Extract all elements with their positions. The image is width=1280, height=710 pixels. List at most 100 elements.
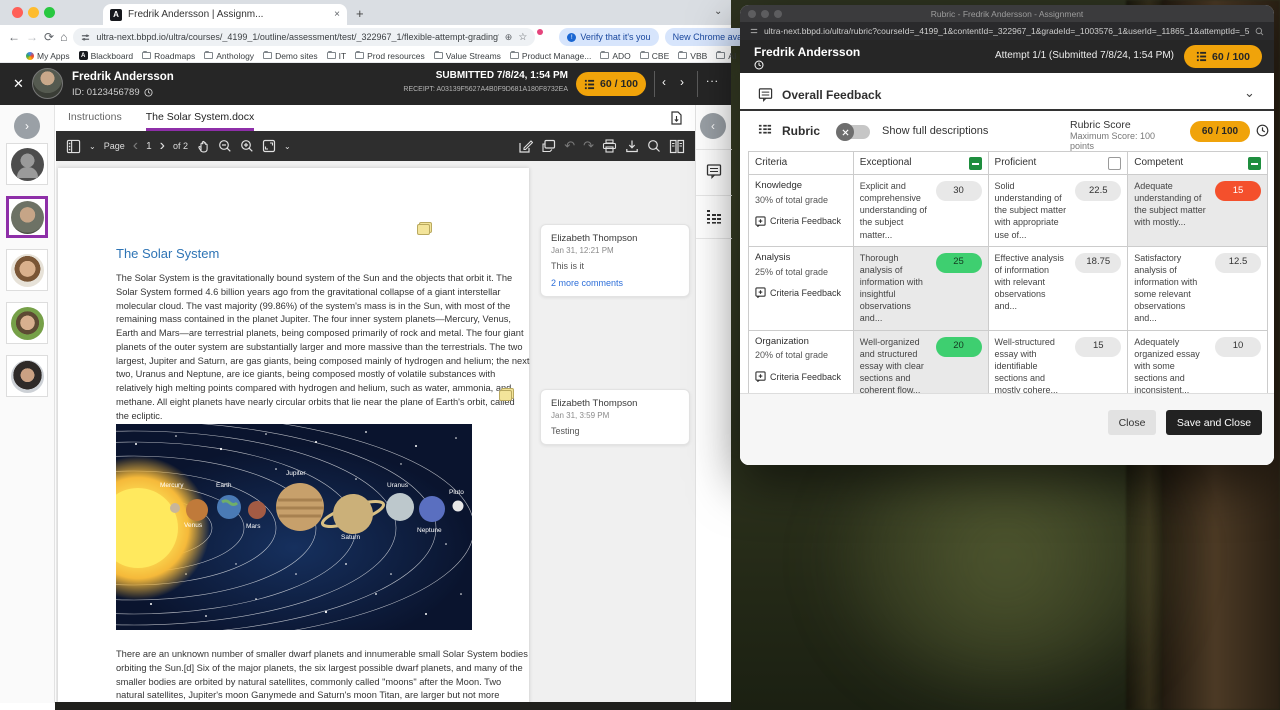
comment-marker-icon[interactable]: [417, 224, 430, 235]
macos-zoom-button[interactable]: [44, 7, 55, 18]
expand-student-list-icon[interactable]: ›: [14, 113, 40, 139]
comment-marker-icon[interactable]: [499, 390, 512, 401]
bookmark-item[interactable]: Demo sites: [263, 51, 318, 61]
level-cell-selected[interactable]: Thorough analysis of information with in…: [854, 247, 989, 330]
annotate-icon[interactable]: [518, 139, 533, 154]
feedback-icon[interactable]: [706, 163, 722, 179]
student-thumb[interactable]: [6, 355, 48, 397]
grade-pill-button[interactable]: 60 / 100: [1184, 45, 1262, 68]
zoom-in-icon[interactable]: [240, 139, 254, 153]
home-icon[interactable]: ⌂: [60, 30, 67, 44]
rubric-panel-icon[interactable]: [706, 209, 722, 224]
print-icon[interactable]: [602, 139, 617, 153]
redo-icon[interactable]: ↷: [583, 138, 594, 154]
overall-feedback-section[interactable]: Overall Feedback ⌄: [740, 79, 1274, 111]
points-pill[interactable]: 30: [936, 181, 982, 201]
level-cell[interactable]: Well-structured essay with identifiable …: [989, 331, 1129, 402]
bookmark-item[interactable]: My Apps: [26, 51, 70, 61]
points-pill-selected[interactable]: 15: [1215, 181, 1261, 201]
page-layout-icon[interactable]: [669, 139, 685, 154]
close-panel-icon[interactable]: ✕: [13, 76, 24, 92]
tab-document[interactable]: The Solar System.docx: [146, 111, 255, 131]
points-pill[interactable]: 15: [1075, 337, 1121, 357]
rubric-window-titlebar[interactable]: Rubric - Fredrik Andersson - Assignment: [740, 5, 1274, 22]
search-icon[interactable]: [647, 139, 661, 153]
criteria-feedback-button[interactable]: Criteria Feedback: [755, 215, 847, 227]
url-bar[interactable]: ultra-next.bbpd.io/ultra/courses/_4199_1…: [73, 28, 535, 46]
points-pill[interactable]: 10: [1215, 337, 1261, 357]
download-icon[interactable]: [625, 139, 639, 153]
tab-close-icon[interactable]: ×: [334, 9, 340, 20]
zoom-out-icon[interactable]: [218, 139, 232, 153]
comment-card[interactable]: Elizabeth Thompson Jan 31, 3:59 PM Testi…: [540, 389, 690, 445]
column-checkbox-checked-icon[interactable]: [969, 157, 982, 170]
new-tab-button[interactable]: +: [356, 6, 364, 21]
prev-page-icon[interactable]: ‹: [133, 137, 138, 155]
tab-search-chevron-icon[interactable]: ⌄: [714, 6, 722, 17]
bookmark-star-icon[interactable]: ☆: [518, 32, 527, 43]
points-pill-selected[interactable]: 25: [936, 253, 982, 273]
bookmark-item[interactable]: IT: [327, 51, 347, 61]
document-page[interactable]: The Solar System The Solar System is the…: [58, 168, 529, 703]
collapse-chevron-icon[interactable]: ⌄: [1244, 85, 1255, 101]
criteria-feedback-button[interactable]: Criteria Feedback: [755, 287, 847, 299]
bookmark-item[interactable]: VBB: [678, 51, 707, 61]
rubric-url-bar[interactable]: ultra-next.bbpd.io/ultra/rubric?courseId…: [740, 22, 1274, 40]
close-button[interactable]: Close: [1108, 410, 1156, 435]
verify-button[interactable]: ! Verify that it's you: [559, 28, 658, 46]
more-options-icon[interactable]: ...: [706, 71, 719, 85]
grade-pill-button[interactable]: 60 / 100: [576, 72, 646, 96]
undo-icon[interactable]: ↶: [564, 138, 575, 154]
level-cell[interactable]: Satisfactory analysis of information wit…: [1128, 247, 1268, 330]
tab-instructions[interactable]: Instructions: [68, 111, 122, 131]
student-thumb[interactable]: [6, 143, 48, 185]
points-pill[interactable]: 12.5: [1215, 253, 1261, 273]
bookmark-item[interactable]: Product Manage...: [510, 51, 591, 61]
forward-icon[interactable]: →: [26, 30, 38, 44]
search-icon[interactable]: [1255, 27, 1264, 36]
save-and-close-button[interactable]: Save and Close: [1166, 410, 1262, 435]
level-cell[interactable]: Adequately organized essay with some sec…: [1128, 331, 1268, 402]
bookmark-item[interactable]: CBE: [640, 51, 669, 61]
macos-minimize-button[interactable]: [28, 7, 39, 18]
site-settings-icon[interactable]: [81, 33, 90, 42]
level-cell[interactable]: Solid understanding of the subject matte…: [989, 175, 1129, 246]
show-descriptions-toggle[interactable]: [838, 125, 870, 139]
zoom-page-icon[interactable]: ⊕: [505, 32, 513, 43]
points-pill[interactable]: 22.5: [1075, 181, 1121, 201]
panel-chevron-icon[interactable]: ⌄: [89, 142, 96, 151]
reload-icon[interactable]: ⟳: [44, 30, 54, 44]
level-cell[interactable]: Explicit and comprehensive understanding…: [854, 175, 989, 246]
next-page-icon[interactable]: ›: [160, 137, 165, 155]
bookmark-item[interactable]: Prod resources: [355, 51, 425, 61]
back-icon[interactable]: ←: [8, 30, 20, 44]
comment-card[interactable]: Elizabeth Thompson Jan 31, 12:21 PM This…: [540, 224, 690, 297]
comments-icon[interactable]: [541, 139, 556, 154]
bookmark-item[interactable]: Roadmaps: [142, 51, 195, 61]
more-comments-link[interactable]: 2 more comments: [551, 278, 679, 288]
previous-student-icon[interactable]: ‹: [662, 75, 666, 89]
history-clock-icon[interactable]: [144, 88, 153, 97]
bookmark-item[interactable]: ABlackboard: [79, 51, 134, 61]
column-checkbox-checked-icon[interactable]: [1248, 157, 1261, 170]
bookmark-item[interactable]: AI: [716, 51, 736, 61]
next-student-icon[interactable]: ›: [680, 75, 684, 89]
bookmark-item[interactable]: Value Streams: [434, 51, 501, 61]
collapse-panel-icon[interactable]: ‹: [700, 113, 726, 139]
page-number[interactable]: 1: [146, 141, 152, 152]
level-cell-selected[interactable]: Well-organized and structured essay with…: [854, 331, 989, 402]
history-clock-icon[interactable]: [754, 60, 764, 70]
grade-history-icon[interactable]: [1256, 124, 1269, 137]
points-pill-selected[interactable]: 20: [936, 337, 982, 357]
student-thumb[interactable]: [6, 249, 48, 291]
download-submission-icon[interactable]: [670, 111, 683, 125]
bookmark-item[interactable]: ADO: [600, 51, 630, 61]
level-cell-selected[interactable]: Adequate understanding of the subject ma…: [1128, 175, 1268, 246]
browser-tab[interactable]: A Fredrik Andersson | Assignm... ×: [103, 4, 347, 25]
criteria-feedback-button[interactable]: Criteria Feedback: [755, 371, 847, 383]
student-thumb[interactable]: [6, 302, 48, 344]
student-thumb-selected[interactable]: [6, 196, 48, 238]
bookmark-item[interactable]: Anthology: [204, 51, 254, 61]
thumbnails-panel-icon[interactable]: [66, 139, 81, 154]
fit-chevron-icon[interactable]: ⌄: [284, 142, 291, 151]
